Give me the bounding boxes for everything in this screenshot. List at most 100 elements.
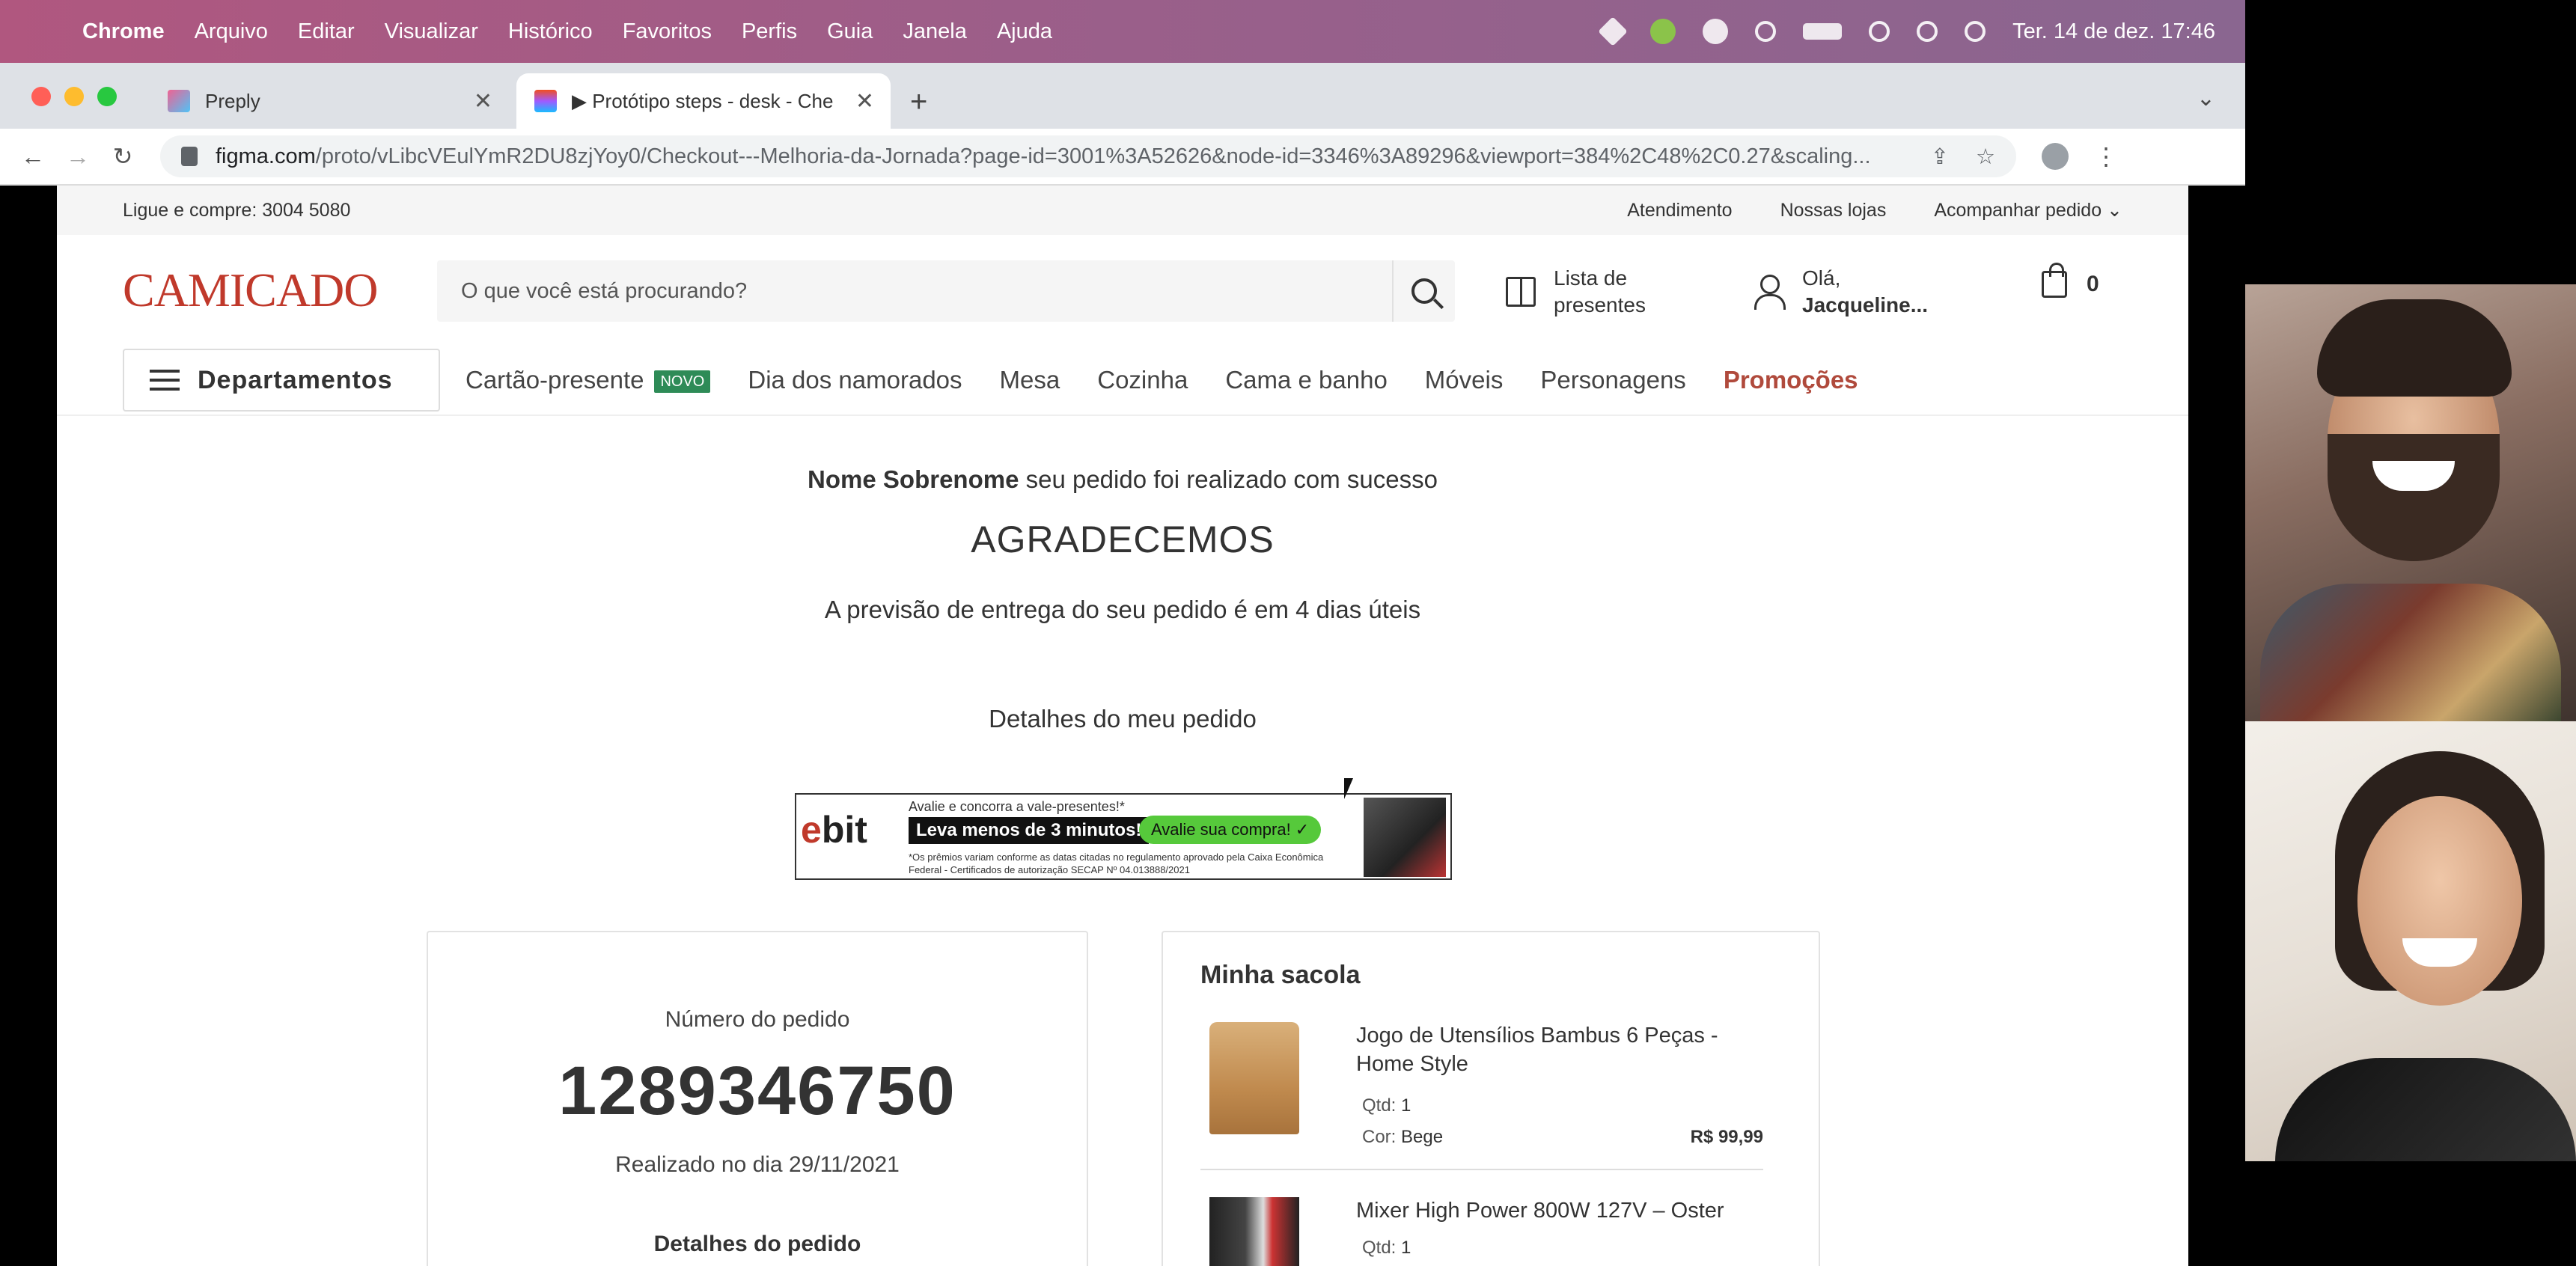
control-center-icon[interactable] [1965, 21, 1986, 42]
menu-bar-clock[interactable]: Ter. 14 de dez. 17:46 [2012, 19, 2215, 44]
participant-beard [2328, 434, 2500, 561]
site-header: CAMICADO O que você está procurando? Lis… [57, 235, 2188, 346]
chrome-menu-icon[interactable]: ⋮ [2094, 142, 2118, 171]
macos-menu-bar: Chrome Arquivo Editar Visualizar Históri… [0, 0, 2245, 63]
menu-editar[interactable]: Editar [298, 19, 355, 44]
menu-guia[interactable]: Guia [827, 19, 873, 44]
search-placeholder: O que você está procurando? [461, 278, 748, 303]
minimize-window-icon[interactable] [64, 87, 84, 106]
participant-hair [2317, 299, 2512, 397]
menu-historico[interactable]: Histórico [508, 19, 593, 44]
wordpress-icon[interactable] [1703, 19, 1729, 44]
address-bar-tools: ⇪ ☆ [1931, 144, 1995, 170]
my-bag-card: Minha sacola Jogo de Utensílios Bambus 6… [1162, 931, 1820, 1266]
link-acompanhar-pedido[interactable]: Acompanhar pedido ⌄ [1934, 199, 2122, 221]
profile-avatar-icon[interactable] [2042, 143, 2069, 170]
search-button[interactable] [1392, 260, 1455, 322]
nav-mesa[interactable]: Mesa [1000, 366, 1060, 394]
new-tab-button[interactable]: + [910, 85, 927, 119]
maximize-window-icon[interactable] [97, 87, 117, 106]
camicado-logo[interactable]: CAMICADO [123, 263, 437, 318]
departments-button[interactable]: Departamentos [123, 349, 440, 412]
nav-promocoes[interactable]: Promoções [1724, 366, 1858, 394]
video-participant-2[interactable] [2245, 721, 2576, 1161]
tab-preply[interactable]: Preply ✕ [150, 73, 509, 129]
product-qty: Qtd: 1 [1362, 1238, 1411, 1258]
url-path: /proto/vLibcVEulYmR2DU8zjYoy0/Checkout--… [315, 144, 1871, 168]
share-icon[interactable]: ⇪ [1931, 144, 1949, 170]
link-atendimento[interactable]: Atendimento [1627, 200, 1732, 221]
nav-cama-e-banho[interactable]: Cama e banho [1225, 366, 1387, 394]
figma-prototype-viewport: Ligue e compre: 3004 5080 Atendimento No… [57, 186, 2188, 1266]
tab-close-icon[interactable]: ✕ [855, 88, 874, 114]
product-name[interactable]: Jogo de Utensílios Bambus 6 Peças - Home… [1356, 1022, 1760, 1078]
figma-favicon-icon [534, 90, 557, 112]
bamboo-utensils-image [1209, 1022, 1299, 1134]
ebit-prize-image [1364, 798, 1446, 877]
address-bar[interactable]: figma.com/proto/vLibcVEulYmR2DU8zjYoy0/C… [160, 135, 2016, 177]
spotlight-search-icon[interactable] [1917, 21, 1938, 42]
order-details-heading[interactable]: Detalhes do pedido [428, 1232, 1087, 1257]
url-text[interactable]: figma.com/proto/vLibcVEulYmR2DU8zjYoy0/C… [216, 144, 1916, 169]
wifi-icon[interactable] [1869, 21, 1890, 42]
product-price: R$ 99,99 [1690, 1127, 1763, 1147]
window-controls [31, 87, 117, 106]
tab-close-icon[interactable]: ✕ [474, 88, 492, 114]
left-margin [0, 186, 57, 1266]
ebit-cta-button[interactable]: Avalie sua compra! ✓ [1139, 816, 1322, 844]
ebit-headline: Leva menos de 3 minutos! [909, 817, 1150, 844]
nav-cozinha[interactable]: Cozinha [1097, 366, 1188, 394]
product-color: Cor: Bege [1362, 1127, 1444, 1147]
customer-name: Nome Sobrenome [808, 465, 1019, 493]
gift-list-line1: Lista de [1554, 266, 1628, 290]
nav-cartao-presente[interactable]: Cartão-presente NOVO [466, 366, 711, 394]
back-button[interactable]: ← [10, 143, 55, 171]
nav-dia-dos-namorados[interactable]: Dia dos namorados [748, 366, 962, 394]
user-icon [1754, 275, 1786, 311]
nav-personagens[interactable]: Personagens [1540, 366, 1685, 394]
app-status-icon[interactable] [1650, 19, 1676, 44]
gift-list-link[interactable]: Lista de presentes [1506, 265, 1646, 319]
ebit-fine-print: *Os prêmios variam conforme as datas cit… [909, 851, 1324, 875]
menu-visualizar[interactable]: Visualizar [385, 19, 478, 44]
tab-search-chevron-icon[interactable]: ⌄ [2197, 85, 2215, 111]
figma-status-icon[interactable] [1598, 16, 1628, 46]
battery-icon[interactable] [1803, 23, 1843, 40]
menu-ajuda[interactable]: Ajuda [997, 19, 1052, 44]
tab-figma-prototype[interactable]: ▶ Protótipo steps - desk - Che ✕ [516, 73, 891, 129]
bookmark-star-icon[interactable]: ☆ [1976, 144, 1995, 170]
gift-icon [1506, 277, 1536, 308]
cart-button[interactable]: 0 [2042, 263, 2099, 298]
user-account-link[interactable]: Olá, Jacqueline... [1754, 265, 1928, 319]
menu-perfis[interactable]: Perfis [742, 19, 797, 44]
participant-shirt [2275, 1058, 2576, 1161]
browser-toolbar: ← → ↻ figma.com/proto/vLibcVEulYmR2DU8zj… [0, 129, 2245, 186]
close-window-icon[interactable] [31, 87, 51, 106]
new-badge: NOVO [654, 370, 711, 393]
menu-arquivo[interactable]: Arquivo [195, 19, 268, 44]
search-input[interactable]: O que você está procurando? [437, 260, 1455, 322]
mixer-image [1209, 1197, 1299, 1266]
site-top-bar: Ligue e compre: 3004 5080 Atendimento No… [57, 186, 2188, 235]
screen: Chrome Arquivo Editar Visualizar Históri… [0, 0, 2576, 1266]
gift-list-line2: presentes [1554, 293, 1646, 317]
ebit-survey-banner[interactable]: ebit Avalie e concorra a vale-presentes!… [795, 793, 1452, 880]
lock-icon[interactable] [181, 147, 198, 166]
ebit-logo: ebit [801, 809, 867, 851]
menu-app-name[interactable]: Chrome [82, 19, 165, 44]
right-margin [2188, 186, 2245, 1266]
link-nossas-lojas[interactable]: Nossas lojas [1780, 200, 1887, 221]
order-number: 1289346750 [558, 1053, 956, 1129]
forward-button[interactable]: → [55, 143, 100, 171]
search-icon [1411, 278, 1437, 304]
video-participant-1[interactable] [2245, 284, 2576, 721]
order-details-link[interactable]: Detalhes do meu pedido [57, 705, 2188, 733]
menu-janela[interactable]: Janela [903, 19, 966, 44]
reload-button[interactable]: ↻ [100, 142, 145, 171]
tab-title: Preply [205, 89, 260, 112]
product-name[interactable]: Mixer High Power 800W 127V – Oster [1356, 1197, 1760, 1226]
menu-favoritos[interactable]: Favoritos [623, 19, 712, 44]
play-circle-icon[interactable] [1755, 21, 1777, 42]
mouse-cursor-icon [1344, 778, 1362, 799]
nav-moveis[interactable]: Móveis [1425, 366, 1504, 394]
